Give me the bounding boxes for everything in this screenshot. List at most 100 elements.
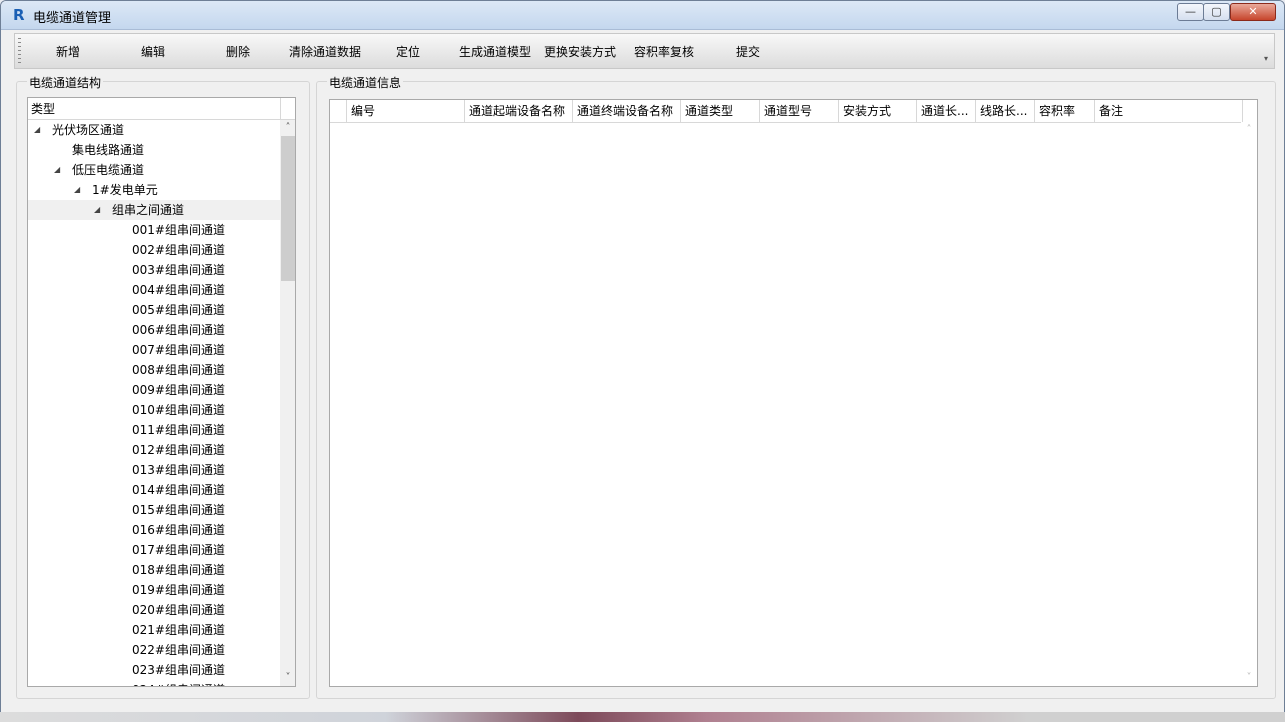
tree-node[interactable]: ◢ 组串之间通道 [28, 200, 280, 220]
tree-node-label: 023#组串间通道 [132, 663, 225, 677]
tree-node[interactable]: 017#组串间通道 [28, 540, 280, 560]
column-header-channel-length[interactable]: 通道长... [916, 100, 975, 122]
tree-node[interactable]: 010#组串间通道 [28, 400, 280, 420]
minimize-button[interactable]: — [1177, 3, 1204, 21]
tree-node[interactable]: 001#组串间通道 [28, 220, 280, 240]
tree-node[interactable]: 012#组串间通道 [28, 440, 280, 460]
tree-node-label: 004#组串间通道 [132, 283, 225, 297]
tree-node[interactable]: 014#组串间通道 [28, 480, 280, 500]
background-strip [0, 712, 1285, 722]
tree-node-label: 008#组串间通道 [132, 363, 225, 377]
edit-button[interactable]: 编辑 [141, 43, 165, 60]
generate-channel-model-button[interactable]: 生成通道模型 [459, 43, 531, 60]
tree-node[interactable]: 020#组串间通道 [28, 600, 280, 620]
row-selector-header[interactable] [330, 100, 346, 122]
column-header-channel-model[interactable]: 通道型号 [759, 100, 838, 122]
column-header-id[interactable]: 编号 [346, 100, 464, 122]
grid-scroll-down-icon[interactable]: ˅ [1241, 670, 1257, 686]
tree-node-label: 002#组串间通道 [132, 243, 225, 257]
column-header-install-method[interactable]: 安装方式 [838, 100, 916, 122]
tree-vertical-scrollbar[interactable]: ˄ ˅ [280, 120, 295, 686]
tree-node[interactable]: 023#组串间通道 [28, 660, 280, 680]
tree-node-label: 014#组串间通道 [132, 483, 225, 497]
change-install-method-button[interactable]: 更换安装方式 [544, 43, 616, 60]
scroll-thumb[interactable] [281, 136, 295, 281]
tree-node[interactable]: 007#组串间通道 [28, 340, 280, 360]
submit-button[interactable]: 提交 [736, 43, 760, 60]
tree-node[interactable]: 021#组串间通道 [28, 620, 280, 640]
delete-button[interactable]: 删除 [226, 43, 250, 60]
column-header-channel-type[interactable]: 通道类型 [680, 100, 759, 122]
tree-node-label: 021#组串间通道 [132, 623, 225, 637]
tree-node[interactable]: 006#组串间通道 [28, 320, 280, 340]
tree-node[interactable]: ◢ 1#发电单元 [28, 180, 280, 200]
expand-toggle-icon[interactable]: ◢ [74, 180, 80, 200]
column-header-remarks[interactable]: 备注 [1094, 100, 1242, 122]
channel-info-grid[interactable]: 编号 通道起端设备名称 通道终端设备名称 通道类型 通道型号 安装方式 通道长.… [329, 99, 1258, 687]
tree-node[interactable]: 004#组串间通道 [28, 280, 280, 300]
scroll-down-icon[interactable]: ˅ [280, 670, 295, 686]
column-header-volume-ratio[interactable]: 容积率 [1034, 100, 1094, 122]
tree-node[interactable]: 019#组串间通道 [28, 580, 280, 600]
toolbar: 新增 编辑 删除 清除通道数据 定位 生成通道模型 更换安装方式 容积率复核 提… [14, 33, 1275, 69]
tree-node[interactable]: 016#组串间通道 [28, 520, 280, 540]
scroll-up-icon[interactable]: ˄ [280, 120, 295, 136]
column-header-line-length[interactable]: 线路长... [975, 100, 1034, 122]
tree-node[interactable]: 009#组串间通道 [28, 380, 280, 400]
tree-node-label: 013#组串间通道 [132, 463, 225, 477]
grid-vertical-scrollbar[interactable]: ˄ ˅ [1241, 122, 1257, 686]
cable-channel-window: R 电缆通道管理 — ▢ ✕ 新增 编辑 删除 清除通道数据 定位 生成通道模型… [0, 0, 1285, 722]
channel-structure-legend: 电缆通道结构 [27, 74, 104, 91]
tree-node-label: 001#组串间通道 [132, 223, 225, 237]
app-logo-icon: R [13, 6, 25, 24]
tree-node[interactable]: 011#组串间通道 [28, 420, 280, 440]
column-header-start-device[interactable]: 通道起端设备名称 [464, 100, 572, 122]
tree-node-label: 019#组串间通道 [132, 583, 225, 597]
add-button[interactable]: 新增 [56, 43, 80, 60]
tree-node-label: 017#组串间通道 [132, 543, 225, 557]
expand-toggle-icon[interactable]: ◢ [34, 120, 40, 140]
tree-node-label: 组串之间通道 [112, 203, 185, 217]
tree-node-label: 015#组串间通道 [132, 503, 225, 517]
close-button[interactable]: ✕ [1230, 3, 1276, 21]
tree-node[interactable]: 005#组串间通道 [28, 300, 280, 320]
tree-rows: ◢ 光伏场区通道 集电线路通道 ◢ 低压电缆通道 ◢ 1#发电单元 ◢ 组串之间通道 001#组串… [28, 120, 280, 686]
tree-node[interactable]: ◢ 光伏场区通道 [28, 120, 280, 140]
tree-node[interactable]: 018#组串间通道 [28, 560, 280, 580]
tree-node[interactable]: 013#组串间通道 [28, 460, 280, 480]
tree-column-header[interactable]: 类型 [28, 98, 280, 120]
tree-node-label: 022#组串间通道 [132, 643, 225, 657]
tree-node-label: 024#组串间通道 [132, 680, 225, 686]
clear-channel-data-button[interactable]: 清除通道数据 [289, 43, 361, 60]
toolbar-overflow-icon[interactable]: ▾ [1264, 54, 1271, 64]
toolbar-grip-icon[interactable] [18, 38, 21, 64]
column-header-end-device[interactable]: 通道终端设备名称 [572, 100, 680, 122]
tree-node-label: 018#组串间通道 [132, 563, 225, 577]
maximize-button[interactable]: ▢ [1203, 3, 1230, 21]
locate-button[interactable]: 定位 [396, 43, 420, 60]
tree-node[interactable]: 015#组串间通道 [28, 500, 280, 520]
tree-node[interactable]: 002#组串间通道 [28, 240, 280, 260]
channel-tree[interactable]: 类型 ◢ 光伏场区通道 集电线路通道 ◢ 低压电缆通道 ◢ 1#发电单元 ◢ 组串之间通道 001… [27, 97, 296, 687]
tree-node-label: 003#组串间通道 [132, 263, 225, 277]
title-bar[interactable]: R 电缆通道管理 — ▢ ✕ [1, 1, 1284, 30]
tree-node[interactable]: ◢ 低压电缆通道 [28, 160, 280, 180]
tree-node-label: 007#组串间通道 [132, 343, 225, 357]
tree-node-label: 1#发电单元 [92, 183, 158, 197]
tree-node-label: 光伏场区通道 [52, 123, 125, 137]
expand-toggle-icon[interactable]: ◢ [54, 160, 60, 180]
window-title: 电缆通道管理 [33, 11, 112, 26]
tree-node[interactable]: 022#组串间通道 [28, 640, 280, 660]
tree-node[interactable]: 集电线路通道 [28, 140, 280, 160]
tree-node[interactable]: 024#组串间通道 [28, 680, 280, 686]
channel-info-legend: 电缆通道信息 [327, 74, 404, 91]
tree-node-label: 010#组串间通道 [132, 403, 225, 417]
grid-scroll-up-icon[interactable]: ˄ [1241, 122, 1257, 138]
expand-toggle-icon[interactable]: ◢ [94, 200, 100, 220]
tree-node[interactable]: 003#组串间通道 [28, 260, 280, 280]
volume-ratio-review-button[interactable]: 容积率复核 [634, 43, 694, 60]
tree-node[interactable]: 008#组串间通道 [28, 360, 280, 380]
tree-node-label: 020#组串间通道 [132, 603, 225, 617]
grid-header: 编号 通道起端设备名称 通道终端设备名称 通道类型 通道型号 安装方式 通道长.… [330, 100, 1257, 123]
tree-node-label: 009#组串间通道 [132, 383, 225, 397]
